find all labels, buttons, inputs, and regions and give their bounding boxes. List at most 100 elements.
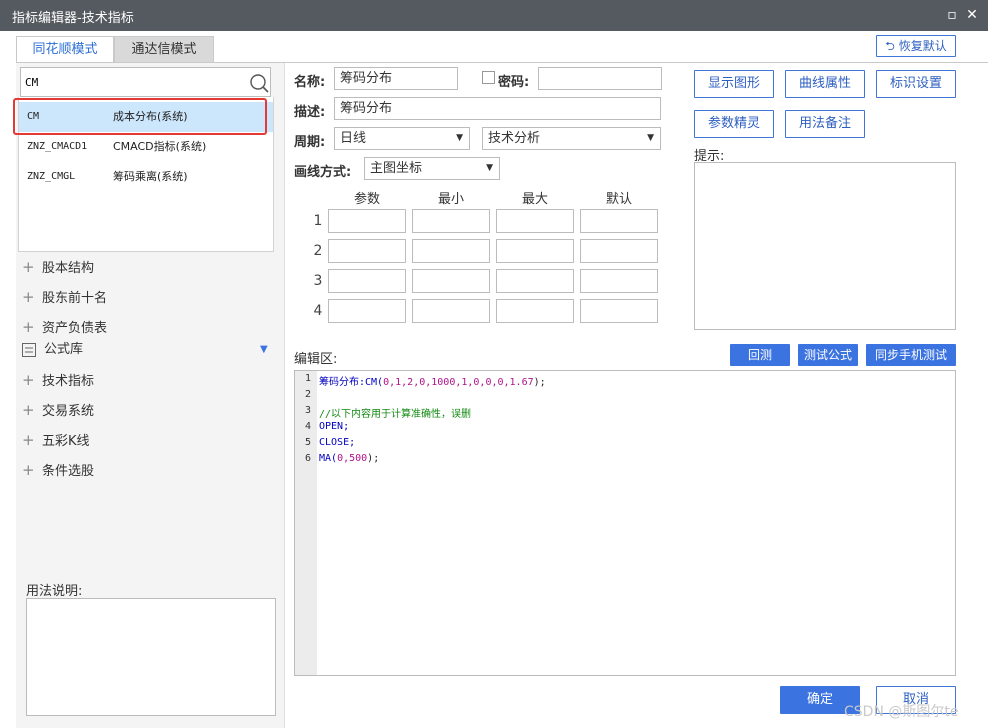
default-cell[interactable]: [580, 209, 658, 233]
tree-label: 技术指标: [42, 374, 95, 389]
tab-tdx-mode[interactable]: 通达信模式: [114, 36, 214, 63]
tree-item-trading-system[interactable]: + 交易系统: [22, 400, 94, 420]
expand-arrow-icon[interactable]: ▼: [260, 340, 268, 360]
tree-label: 五彩K线: [42, 434, 90, 449]
max-cell[interactable]: [496, 269, 574, 293]
param-cell[interactable]: [328, 299, 406, 323]
min-cell[interactable]: [412, 209, 490, 233]
password-field[interactable]: [538, 67, 662, 90]
close-icon[interactable]: ✕: [964, 7, 980, 23]
param-cell[interactable]: [328, 209, 406, 233]
title-bar: 指标编辑器-技术指标 ▫ ✕: [0, 0, 988, 31]
desc-field[interactable]: 筹码分布: [334, 97, 661, 120]
max-cell[interactable]: [496, 299, 574, 323]
category-select[interactable]: 技术分析 ▼: [482, 127, 661, 150]
usage-textarea[interactable]: [26, 598, 276, 716]
plus-icon: +: [22, 401, 35, 419]
tree-label: 股东前十名: [42, 291, 108, 306]
code-token: :CM(: [359, 377, 384, 388]
plus-icon: +: [22, 461, 35, 479]
tree-item-formula-library[interactable]: 公式库 ▼: [22, 340, 272, 360]
show-graph-button[interactable]: 显示图形: [694, 70, 774, 98]
plus-icon: +: [22, 258, 35, 276]
tree-item-balance-sheet[interactable]: + 资产负债表: [22, 317, 107, 337]
plus-icon: +: [22, 318, 35, 336]
restore-default-label: 恢复默认: [898, 39, 947, 53]
code-line: MA(0,500);: [319, 453, 379, 464]
code-token: MA(: [319, 453, 338, 464]
draw-mode-select[interactable]: 主图坐标 ▼: [364, 157, 500, 180]
code-line: CLOSE;: [319, 437, 356, 448]
param-cell[interactable]: [328, 269, 406, 293]
code-token: 0,1,2,0,1000,1,0,0,0,1.67: [383, 377, 534, 388]
min-cell[interactable]: [412, 299, 490, 323]
code-token: 筹码分布: [319, 377, 359, 388]
code-line: 筹码分布:CM(0,1,2,0,1000,1,0,0,0,1.67);: [319, 373, 546, 388]
code-line: OPEN;: [319, 421, 350, 432]
restore-default-button[interactable]: ⮌ 恢复默认: [876, 35, 956, 57]
result-desc: 筹码乘离(系统): [113, 170, 188, 183]
backtest-button[interactable]: 回测: [730, 344, 790, 366]
tree-item-share-structure[interactable]: + 股本结构: [22, 257, 94, 277]
desc-label: 描述:: [294, 105, 326, 120]
default-cell[interactable]: [580, 239, 658, 263]
search-icon[interactable]: [249, 73, 269, 93]
sync-mobile-test-button[interactable]: 同步手机测试: [866, 344, 956, 366]
tree-label: 交易系统: [42, 404, 95, 419]
tab-label: 同花顺模式: [32, 42, 98, 57]
code-line: //以下内容用于计算准确性，误删: [319, 409, 472, 420]
tree-item-tech-indicators[interactable]: + 技术指标: [22, 370, 94, 390]
default-cell[interactable]: [580, 299, 658, 323]
editor-label: 编辑区:: [294, 352, 338, 367]
code-token: );: [367, 453, 380, 464]
max-cell[interactable]: [496, 209, 574, 233]
curve-props-button[interactable]: 曲线属性: [785, 70, 865, 98]
period-label: 周期:: [294, 135, 326, 150]
dropdown-arrow-icon: ▼: [486, 163, 493, 173]
watermark: CSDN @斯图尔te: [844, 704, 959, 720]
param-wizard-button[interactable]: 参数精灵: [694, 110, 774, 138]
search-box[interactable]: [20, 67, 271, 97]
plus-icon: +: [22, 288, 35, 306]
result-code: ZNZ_CMGL: [27, 171, 76, 182]
default-cell[interactable]: [580, 269, 658, 293]
code-editor[interactable]: 1 2 3 4 5 6 筹码分布:CM(0,1,2,0,1000,1,0,0,0…: [294, 370, 956, 676]
line-number: 5: [304, 437, 311, 448]
min-cell[interactable]: [412, 269, 490, 293]
line-number: 6: [304, 453, 311, 464]
label-settings-button[interactable]: 标识设置: [876, 70, 956, 98]
list-item[interactable]: ZNZ_CMGL 筹码乘离(系统): [19, 162, 273, 192]
row-number: 1: [313, 213, 323, 229]
tree-item-stock-screener[interactable]: + 条件选股: [22, 460, 94, 480]
tree-item-color-kline[interactable]: + 五彩K线: [22, 430, 90, 450]
result-desc: CMACD指标(系统): [113, 140, 207, 153]
max-header: 最大: [521, 192, 548, 207]
period-select[interactable]: 日线 ▼: [334, 127, 470, 150]
restore-icon[interactable]: ▫: [944, 7, 960, 23]
draw-mode-value: 主图坐标: [370, 161, 423, 176]
dropdown-arrow-icon: ▼: [647, 133, 654, 143]
highlight-box: [13, 98, 267, 135]
code-token: );: [533, 377, 546, 388]
code-token: 0,500: [337, 453, 368, 464]
tab-ths-mode[interactable]: 同花顺模式: [16, 36, 114, 63]
min-cell[interactable]: [412, 239, 490, 263]
plus-icon: +: [22, 431, 35, 449]
period-value: 日线: [340, 131, 367, 146]
list-item[interactable]: ZNZ_CMACD1 CMACD指标(系统): [19, 132, 273, 162]
category-value: 技术分析: [488, 131, 541, 146]
password-checkbox[interactable]: [482, 71, 495, 84]
test-formula-button[interactable]: 测试公式: [798, 344, 858, 366]
tree-item-top10-holders[interactable]: + 股东前十名: [22, 287, 107, 307]
max-cell[interactable]: [496, 239, 574, 263]
name-field[interactable]: 筹码分布: [334, 67, 458, 90]
editor-gutter: [295, 371, 317, 675]
row-number: 3: [313, 273, 323, 289]
search-input[interactable]: [25, 73, 235, 91]
row-number: 4: [313, 303, 323, 319]
dropdown-arrow-icon: ▼: [456, 133, 463, 143]
usage-notes-button[interactable]: 用法备注: [785, 110, 865, 138]
tree-label: 条件选股: [42, 464, 95, 479]
name-label: 名称:: [294, 75, 326, 90]
param-cell[interactable]: [328, 239, 406, 263]
